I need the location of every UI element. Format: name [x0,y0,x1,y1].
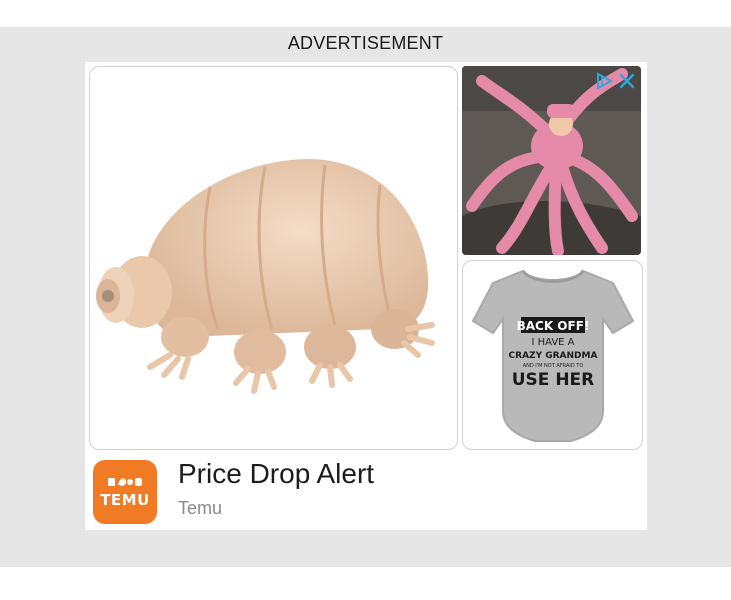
temu-logo-glyphs-icon [108,478,142,486]
plush-toy-illustration [96,158,435,394]
ad-headline[interactable]: Price Drop Alert [178,458,374,490]
onesie-line5: USE HER [512,370,595,390]
octopus-costume-illustration [462,66,641,255]
adchoices-icon[interactable] [595,72,613,90]
ad-label: ADVERTISEMENT [287,33,444,53]
ad-footer[interactable]: TEMU Price Drop Alert Temu [85,454,647,530]
onesie-line2: I HAVE A [531,337,574,348]
close-icon[interactable] [619,73,635,89]
ad-controls [595,72,635,90]
ad-card[interactable]: BACK OFF! I HAVE A CRAZY GRANDMA AND I'M… [85,62,647,530]
temu-logo[interactable]: TEMU [93,460,157,524]
product-image-octopus-costume[interactable] [462,66,641,255]
product-image-plush[interactable] [89,66,458,450]
product-image-onesie[interactable]: BACK OFF! I HAVE A CRAZY GRANDMA AND I'M… [462,260,643,450]
onesie-line1: BACK OFF! [517,319,590,333]
onesie-line4: AND I'M NOT AFRAID TO [523,363,584,369]
logo-text: TEMU [100,491,150,509]
advertiser-name[interactable]: Temu [178,498,222,519]
onesie-illustration: BACK OFF! I HAVE A CRAZY GRANDMA AND I'M… [471,269,635,442]
onesie-line3: CRAZY GRANDMA [509,351,598,361]
